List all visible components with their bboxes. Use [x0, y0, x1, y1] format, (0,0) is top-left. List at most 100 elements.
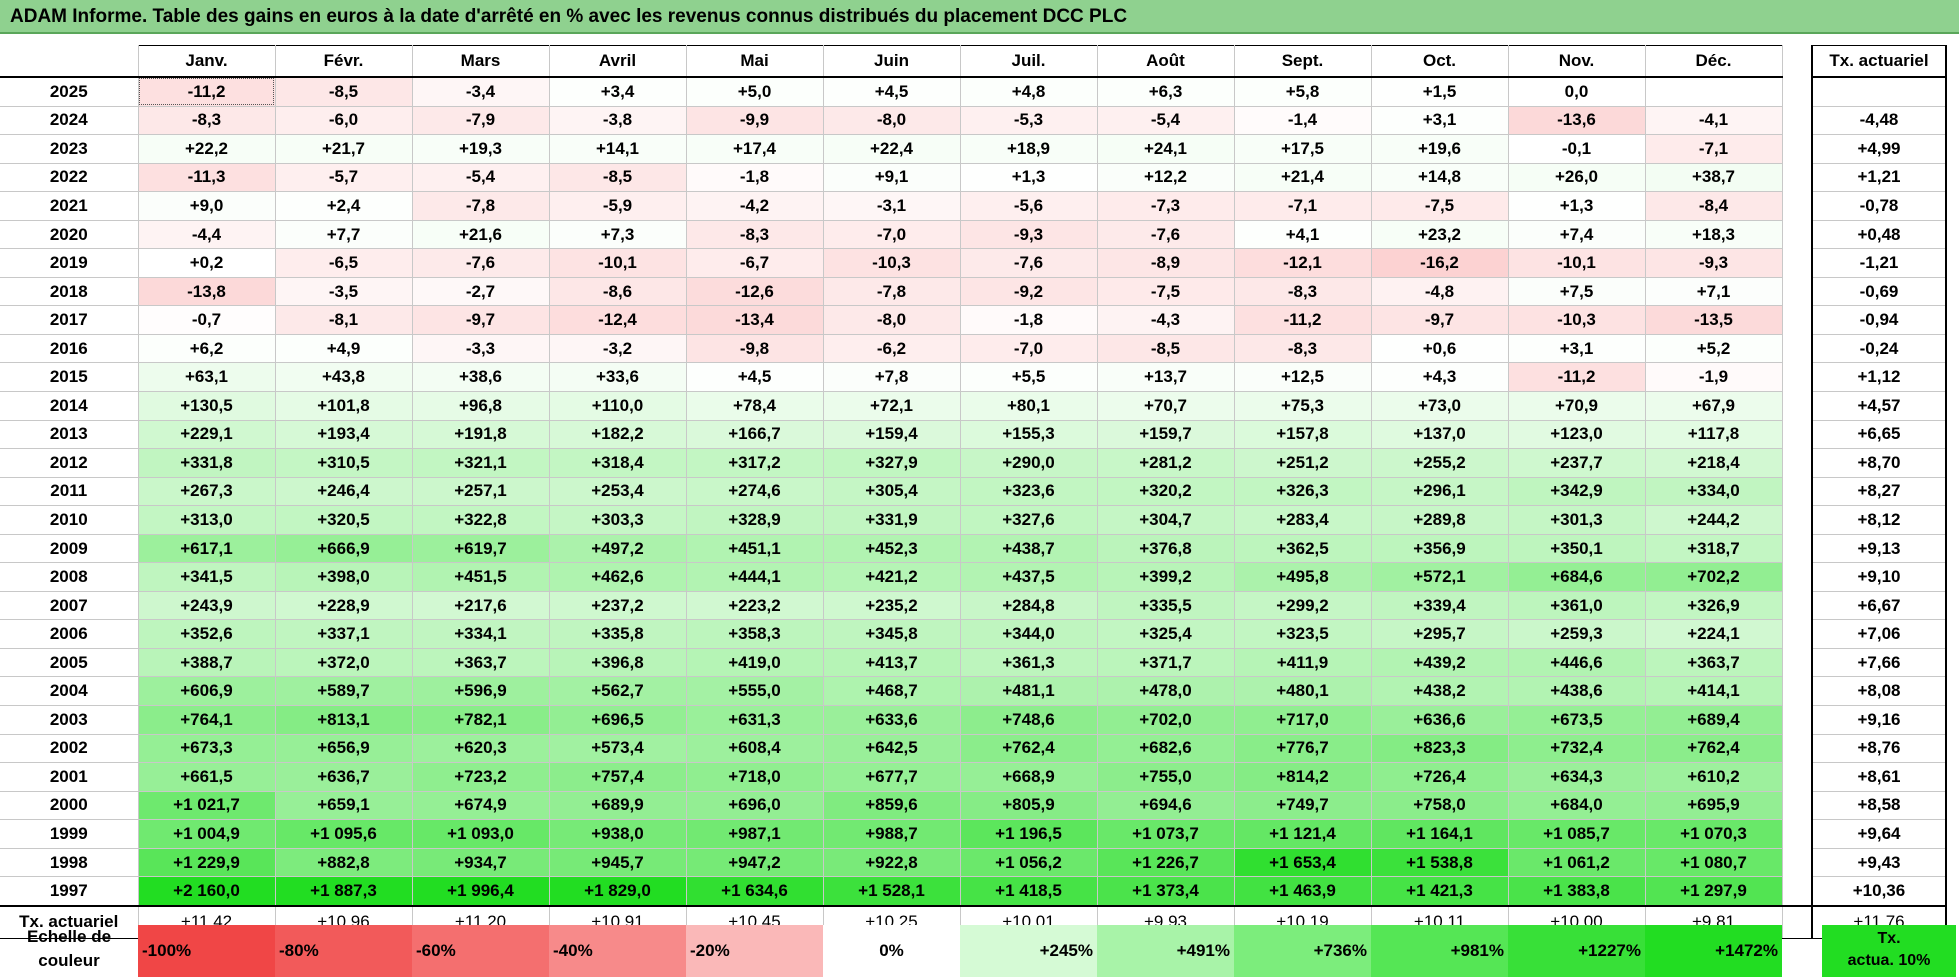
value-cell: +9,1	[822, 162, 961, 193]
value-cell: +3,4	[548, 76, 687, 107]
value-cell: +1 383,8	[1507, 876, 1646, 907]
table-row: 2002 +673,3 +656,9 +620,3 +573,4 +608,4 +642,5…	[0, 733, 1947, 764]
value-cell: -4,3	[1096, 305, 1235, 335]
value-cell: +0,6	[1370, 333, 1509, 364]
gap-cell	[1782, 420, 1812, 449]
month-header-6: Juil.	[959, 45, 1098, 78]
value-cell: +17,4	[685, 134, 824, 164]
color-scale-swatch: +981%	[1371, 925, 1508, 977]
table-row: 1997 +2 160,0 +1 887,3 +1 996,4 +1 829,0 +1 6…	[0, 876, 1947, 907]
value-cell: -7,1	[1644, 134, 1783, 164]
year-cell: 2005	[0, 647, 139, 678]
value-cell: +413,7	[822, 647, 961, 678]
value-cell: +335,8	[548, 619, 687, 649]
year-cell: 2003	[0, 705, 139, 735]
value-cell: -11,2	[1233, 305, 1372, 335]
value-cell: -6,2	[822, 333, 961, 364]
value-cell: +1 093,0	[411, 819, 550, 849]
table-row: 2024 -8,3 -6,0 -7,9 -3,8 -9,9 -8,0 -5,3 -5,4 -1,4…	[0, 105, 1947, 136]
value-cell: +2,4	[274, 191, 413, 221]
value-cell: +439,2	[1370, 647, 1509, 678]
gap-cell	[1782, 591, 1812, 620]
value-cell: -9,3	[1644, 248, 1783, 278]
value-cell: +726,4	[1370, 762, 1509, 792]
tx-cell: +7,66	[1811, 647, 1947, 678]
value-cell: +495,8	[1233, 562, 1372, 592]
value-cell: +350,1	[1507, 533, 1646, 564]
color-scale-swatch: -80%	[275, 925, 412, 977]
value-cell: +1,3	[1507, 191, 1646, 221]
value-cell: +21,6	[411, 219, 550, 250]
table-row: 2018 -13,8 -3,5 -2,7 -8,6 -12,6 -7,8 -9,2 -7,5 -8…	[0, 276, 1947, 307]
gap-cell	[1782, 648, 1812, 677]
month-header-5: Juin	[822, 45, 961, 78]
value-cell: -8,3	[1233, 276, 1372, 307]
tx-cell: +9,10	[1811, 562, 1947, 592]
value-cell: +1 121,4	[1233, 819, 1372, 849]
value-cell: +481,1	[959, 676, 1098, 707]
value-cell: +1 634,6	[685, 876, 824, 907]
value-cell: +1 229,9	[137, 847, 276, 878]
value-cell: +318,7	[1644, 533, 1783, 564]
gap-cell	[1782, 762, 1812, 792]
gap-cell	[1782, 534, 1812, 563]
value-cell: -9,8	[685, 333, 824, 364]
value-cell: -8,9	[1096, 248, 1235, 278]
value-cell: +22,2	[137, 134, 276, 164]
value-cell: -10,1	[1507, 248, 1646, 278]
value-cell: +310,5	[274, 448, 413, 478]
value-cell: +259,3	[1507, 619, 1646, 649]
value-cell: +243,9	[137, 590, 276, 621]
value-cell: +5,0	[685, 76, 824, 107]
tx-cell: +0,48	[1811, 219, 1947, 250]
value-cell: -4,4	[137, 219, 276, 250]
year-cell: 1997	[0, 876, 139, 907]
value-cell: +101,8	[274, 391, 413, 421]
value-cell: +325,4	[1096, 619, 1235, 649]
gap-cell	[1782, 277, 1812, 306]
table-row: 2000 +1 021,7 +659,1 +674,9 +689,9 +696,0 +859…	[0, 790, 1947, 821]
year-cell: 2012	[0, 448, 139, 478]
table-row: 1998 +1 229,9 +882,8 +934,7 +945,7 +947,2 +922…	[0, 847, 1947, 878]
value-cell: +1 421,3	[1370, 876, 1509, 907]
value-cell: -4,1	[1644, 105, 1783, 136]
value-cell: +4,5	[822, 76, 961, 107]
value-cell: -8,6	[548, 276, 687, 307]
year-cell: 2011	[0, 476, 139, 507]
value-cell: +253,4	[548, 476, 687, 507]
value-cell: -8,3	[685, 219, 824, 250]
value-cell: +237,2	[548, 590, 687, 621]
value-cell: -13,4	[685, 305, 824, 335]
value-cell: +237,7	[1507, 448, 1646, 478]
value-cell: +1 538,8	[1370, 847, 1509, 878]
gap-cell	[1782, 45, 1812, 77]
value-cell: +289,8	[1370, 505, 1509, 535]
value-cell: +159,7	[1096, 419, 1235, 450]
value-cell: +14,1	[548, 134, 687, 164]
value-cell: +191,8	[411, 419, 550, 450]
value-cell: +67,9	[1644, 391, 1783, 421]
value-cell: +362,5	[1233, 533, 1372, 564]
value-cell: +3,1	[1370, 105, 1509, 136]
value-cell: +224,1	[1644, 619, 1783, 649]
gap-cell	[1782, 391, 1812, 421]
tx-cell: +6,65	[1811, 419, 1947, 450]
value-cell: -3,4	[411, 76, 550, 107]
value-cell: +334,0	[1644, 476, 1783, 507]
value-cell: -7,6	[1096, 219, 1235, 250]
value-cell: +573,4	[548, 733, 687, 764]
value-cell: +1 418,5	[959, 876, 1098, 907]
value-cell: +1 085,7	[1507, 819, 1646, 849]
gap-cell	[1782, 876, 1812, 906]
value-cell: +341,5	[137, 562, 276, 592]
value-cell: +702,2	[1644, 562, 1783, 592]
value-cell: +123,0	[1507, 419, 1646, 450]
value-cell: -13,6	[1507, 105, 1646, 136]
value-cell: +444,1	[685, 562, 824, 592]
value-cell: -3,8	[548, 105, 687, 136]
color-scale-swatch: +491%	[1097, 925, 1234, 977]
value-cell: +6,2	[137, 333, 276, 364]
value-cell: +327,6	[959, 505, 1098, 535]
value-cell: +749,7	[1233, 790, 1372, 821]
value-cell: +633,6	[822, 705, 961, 735]
